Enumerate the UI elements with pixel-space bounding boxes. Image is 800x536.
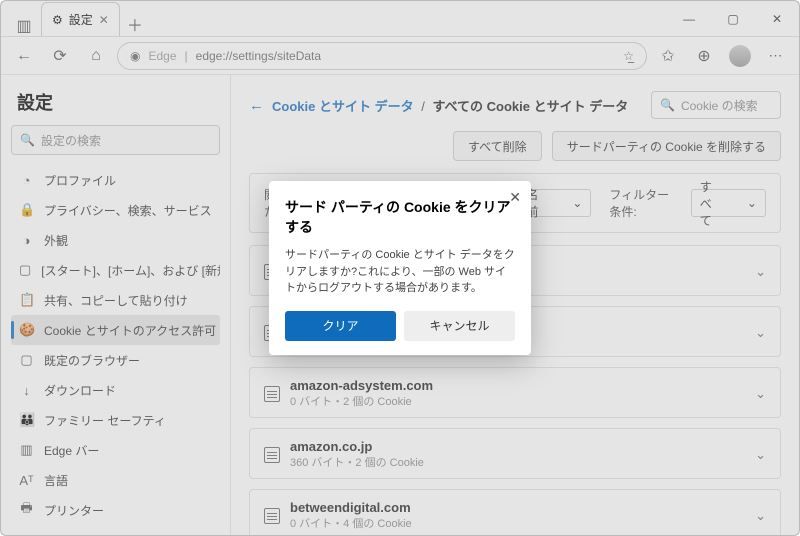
dialog-title: サード パーティの Cookie をクリアする xyxy=(285,197,515,237)
dialog-clear-button[interactable]: クリア xyxy=(285,311,396,341)
modal-overlay: ✕ サード パーティの Cookie をクリアする サードパーティの Cooki… xyxy=(1,1,799,535)
dialog-close-button[interactable]: ✕ xyxy=(509,189,521,206)
clear-thirdparty-dialog: ✕ サード パーティの Cookie をクリアする サードパーティの Cooki… xyxy=(269,181,531,355)
dialog-body: サードパーティの Cookie とサイト データをクリアしますか?これにより、一… xyxy=(285,247,515,297)
edge-window: ▥ ⚙ 設定 ✕ ＋ ― ▢ ✕ ← ⟳ ⌂ ◉ Edge | edge://s… xyxy=(0,0,800,536)
dialog-cancel-button[interactable]: キャンセル xyxy=(404,311,515,341)
